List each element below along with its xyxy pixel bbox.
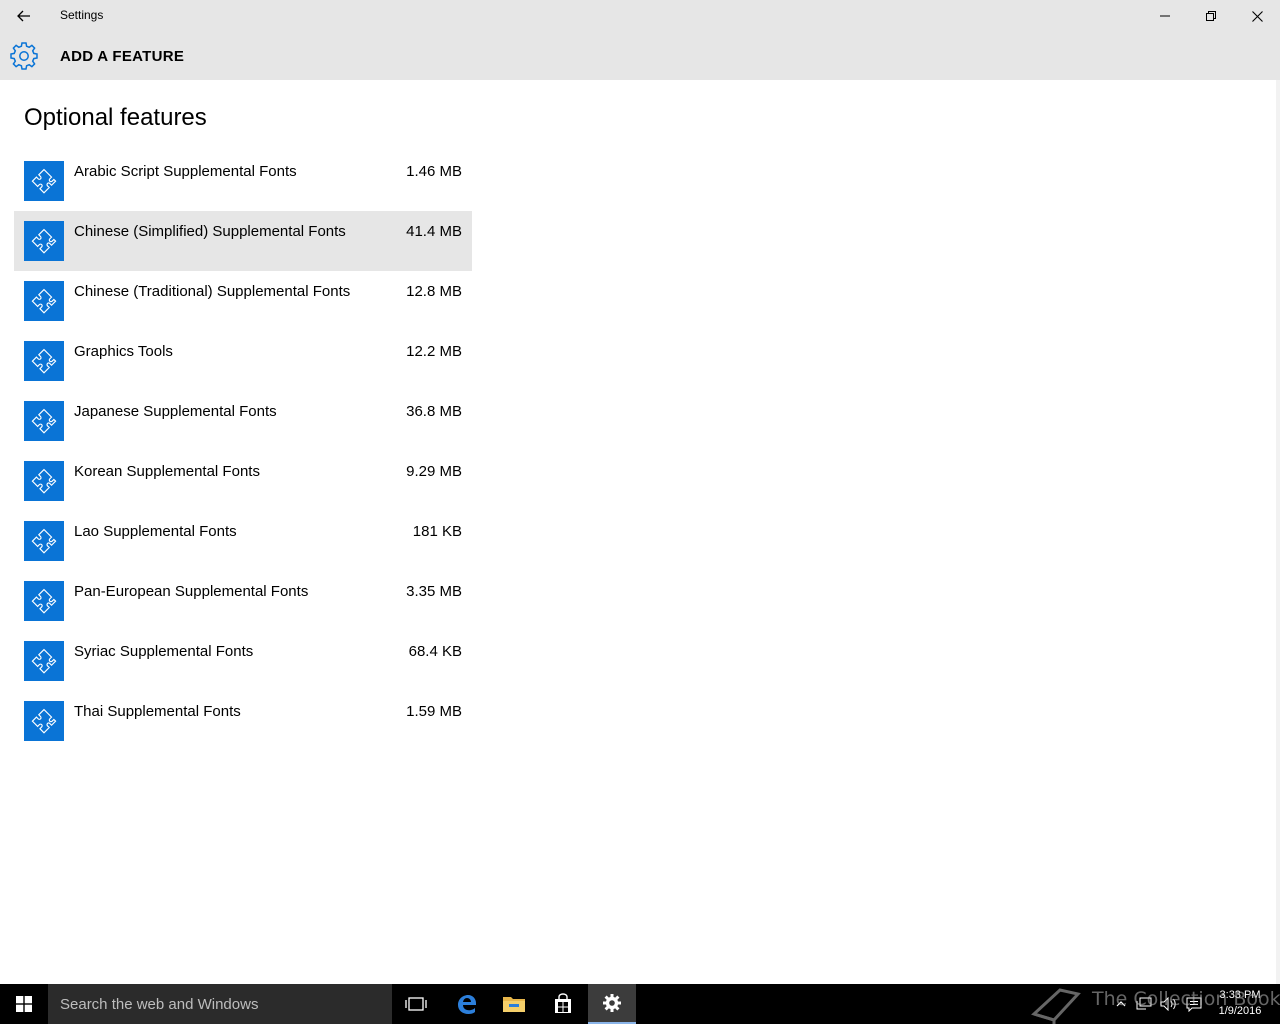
scrollbar[interactable] xyxy=(1276,80,1280,984)
feature-size: 12.8 MB xyxy=(406,283,462,300)
title-bar: Settings xyxy=(0,0,1280,32)
page-header: ADD A FEATURE xyxy=(0,32,1280,80)
edge-icon xyxy=(458,995,476,1014)
search-placeholder: Search the web and Windows xyxy=(60,996,259,1013)
watermark: The Collection Book xyxy=(1030,984,1280,1024)
feature-size: 9.29 MB xyxy=(406,463,462,480)
feature-item[interactable]: Chinese (Simplified) Supplemental Fonts … xyxy=(14,211,472,271)
puzzle-piece-icon xyxy=(24,461,64,501)
feature-name: Korean Supplemental Fonts xyxy=(74,463,260,480)
feature-size: 1.46 MB xyxy=(406,163,462,180)
settings-taskbar-button[interactable] xyxy=(588,984,636,1024)
puzzle-piece-icon xyxy=(24,341,64,381)
task-view-button[interactable] xyxy=(392,984,440,1024)
puzzle-piece-icon xyxy=(24,221,64,261)
feature-name: Chinese (Simplified) Supplemental Fonts xyxy=(74,223,346,240)
page-title: Optional features xyxy=(24,104,207,131)
feature-item[interactable]: Arabic Script Supplemental Fonts 1.46 MB xyxy=(14,151,472,211)
restore-button[interactable] xyxy=(1188,0,1234,32)
puzzle-piece-icon xyxy=(24,701,64,741)
feature-item[interactable]: Graphics Tools 12.2 MB xyxy=(14,331,472,391)
feature-item[interactable]: Syriac Supplemental Fonts 68.4 KB xyxy=(14,631,472,691)
feature-name: Arabic Script Supplemental Fonts xyxy=(74,163,297,180)
feature-item[interactable]: Lao Supplemental Fonts 181 KB xyxy=(14,511,472,571)
close-icon xyxy=(1251,10,1263,22)
watermark-text: The Collection Book xyxy=(1092,988,1280,1010)
feature-name: Syriac Supplemental Fonts xyxy=(74,643,254,660)
feature-item[interactable]: Chinese (Traditional) Supplemental Fonts… xyxy=(14,271,472,331)
search-box[interactable]: Search the web and Windows xyxy=(48,984,392,1024)
folder-icon xyxy=(503,997,525,1012)
feature-name: Thai Supplemental Fonts xyxy=(74,703,241,720)
back-arrow-icon xyxy=(17,10,30,22)
optional-features-list: Arabic Script Supplemental Fonts 1.46 MB… xyxy=(14,151,472,751)
feature-item[interactable]: Thai Supplemental Fonts 1.59 MB xyxy=(14,691,472,751)
windows-logo-icon xyxy=(16,996,32,1012)
feature-size: 1.59 MB xyxy=(406,703,462,720)
book-logo-icon xyxy=(1031,988,1081,1024)
puzzle-piece-icon xyxy=(24,521,64,561)
start-button[interactable] xyxy=(0,984,48,1024)
minimize-icon xyxy=(1160,15,1170,17)
feature-size: 36.8 MB xyxy=(406,403,462,420)
gear-icon xyxy=(10,42,38,70)
restore-icon xyxy=(1206,11,1216,21)
store-button[interactable] xyxy=(539,984,587,1024)
feature-size: 68.4 KB xyxy=(408,643,462,660)
feature-name: Japanese Supplemental Fonts xyxy=(74,403,277,420)
gear-icon xyxy=(603,994,621,1012)
puzzle-piece-icon xyxy=(24,281,64,321)
back-button[interactable] xyxy=(0,0,48,32)
feature-size: 12.2 MB xyxy=(406,343,462,360)
puzzle-piece-icon xyxy=(24,161,64,201)
edge-browser-button[interactable] xyxy=(442,984,490,1024)
feature-item[interactable]: Korean Supplemental Fonts 9.29 MB xyxy=(14,451,472,511)
feature-name: Pan-European Supplemental Fonts xyxy=(74,583,309,600)
feature-name: Lao Supplemental Fonts xyxy=(74,523,237,540)
feature-name: Graphics Tools xyxy=(74,343,173,360)
file-explorer-button[interactable] xyxy=(490,984,538,1024)
window-title: Settings xyxy=(60,8,104,22)
puzzle-piece-icon xyxy=(24,581,64,621)
feature-item[interactable]: Pan-European Supplemental Fonts 3.35 MB xyxy=(14,571,472,631)
feature-size: 41.4 MB xyxy=(406,223,462,240)
puzzle-piece-icon xyxy=(24,641,64,681)
page-section-title: ADD A FEATURE xyxy=(60,48,185,65)
feature-name: Chinese (Traditional) Supplemental Fonts xyxy=(74,283,351,300)
close-button[interactable] xyxy=(1234,0,1280,32)
feature-item[interactable]: Japanese Supplemental Fonts 36.8 MB xyxy=(14,391,472,451)
puzzle-piece-icon xyxy=(24,401,64,441)
store-bag-icon xyxy=(555,993,571,1013)
feature-size: 181 KB xyxy=(412,523,462,540)
minimize-button[interactable] xyxy=(1142,0,1188,32)
task-view-icon xyxy=(405,997,427,1011)
feature-size: 3.35 MB xyxy=(406,583,462,600)
